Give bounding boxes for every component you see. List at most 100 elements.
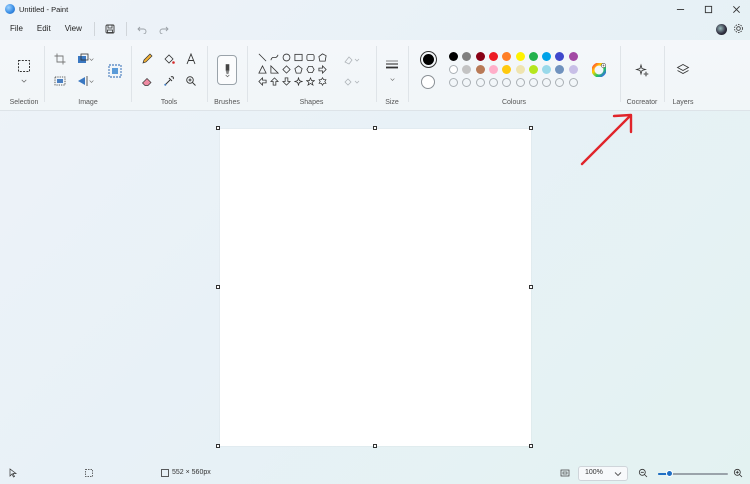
shape-five-point-star[interactable]: [305, 76, 316, 87]
shape-line[interactable]: [257, 52, 268, 63]
shape-pentagon[interactable]: [293, 64, 304, 75]
shape-polygon[interactable]: [317, 52, 328, 63]
palette-colour-swatch[interactable]: [515, 52, 525, 61]
shape-curve[interactable]: [269, 52, 280, 63]
undo-button[interactable]: [133, 20, 151, 38]
primary-color-swatch[interactable]: [420, 51, 437, 68]
close-button[interactable]: [722, 0, 750, 18]
zoom-slider-thumb[interactable]: [666, 470, 674, 477]
palette-colour-swatch[interactable]: [528, 52, 538, 61]
zoom-slider[interactable]: [658, 470, 728, 477]
color-picker-button[interactable]: [160, 72, 178, 90]
canvas-resize-handle[interactable]: [529, 444, 533, 448]
menu-file[interactable]: File: [3, 20, 30, 38]
shape-rounded-rectangle[interactable]: [305, 52, 316, 63]
canvas-resize-handle[interactable]: [216, 126, 220, 130]
select-button[interactable]: [14, 56, 34, 76]
shape-up-arrow[interactable]: [269, 76, 280, 87]
canvas-resize-handle[interactable]: [373, 444, 377, 448]
shape-six-point-star[interactable]: [317, 76, 328, 87]
custom-colour-slot[interactable]: [475, 78, 485, 87]
brushes-button[interactable]: [217, 55, 237, 85]
rotate-dropdown[interactable]: [86, 72, 96, 90]
redo-button[interactable]: [155, 20, 173, 38]
custom-colour-slot[interactable]: [488, 78, 498, 87]
palette-colour-swatch[interactable]: [542, 65, 552, 74]
shape-right-arrow[interactable]: [317, 64, 328, 75]
canvas-resize-handle[interactable]: [216, 285, 220, 289]
magnifier-button[interactable]: [182, 72, 200, 90]
custom-colour-slot[interactable]: [528, 78, 538, 87]
canvas-resize-handle[interactable]: [373, 126, 377, 130]
palette-colour-swatch[interactable]: [568, 52, 578, 61]
shape-oval[interactable]: [281, 52, 292, 63]
palette-colour-swatch[interactable]: [475, 65, 485, 74]
palette-colour-swatch[interactable]: [555, 65, 565, 74]
image-select-button[interactable]: [104, 60, 126, 82]
zoom-select[interactable]: 100%: [578, 466, 628, 481]
cocreator-button[interactable]: [632, 60, 652, 80]
palette-colour-swatch[interactable]: [449, 52, 458, 61]
size-button[interactable]: [383, 57, 401, 71]
palette-colour-swatch[interactable]: [568, 65, 578, 74]
pencil-button[interactable]: [138, 50, 156, 68]
custom-colour-slot[interactable]: [555, 78, 565, 87]
crop-button[interactable]: [51, 50, 69, 68]
shape-left-arrow[interactable]: [257, 76, 268, 87]
custom-colour-slot[interactable]: [515, 78, 525, 87]
palette-colour-swatch[interactable]: [555, 52, 565, 61]
shape-hexagon[interactable]: [305, 64, 316, 75]
menu-edit[interactable]: Edit: [30, 20, 58, 38]
palette-colour-swatch[interactable]: [528, 65, 538, 74]
palette-colour-swatch[interactable]: [475, 52, 485, 61]
palette-colour-swatch[interactable]: [502, 65, 512, 74]
selection-dropdown[interactable]: [18, 76, 30, 86]
palette-colour-swatch[interactable]: [462, 65, 472, 74]
palette-colour-swatch[interactable]: [542, 52, 552, 61]
fill-button[interactable]: [160, 50, 178, 68]
maximize-button[interactable]: [694, 0, 722, 18]
outline-brush-icon: [344, 56, 360, 65]
account-avatar[interactable]: [716, 23, 727, 35]
shape-fill-button[interactable]: [341, 74, 363, 90]
canvas-resize-handle[interactable]: [216, 444, 220, 448]
palette-colour-swatch[interactable]: [449, 65, 458, 74]
background-remove-button[interactable]: [51, 72, 69, 90]
secondary-color-swatch[interactable]: [421, 75, 435, 89]
fit-to-window-button[interactable]: [560, 468, 570, 478]
shape-rectangle[interactable]: [293, 52, 304, 63]
custom-colour-slot[interactable]: [462, 78, 472, 87]
settings-button[interactable]: [733, 23, 744, 36]
custom-colour-slot[interactable]: [568, 78, 578, 87]
palette-colour-swatch[interactable]: [488, 52, 498, 61]
custom-colour-slot[interactable]: [502, 78, 512, 87]
text-button[interactable]: [182, 50, 200, 68]
size-dropdown[interactable]: [387, 74, 397, 84]
pencil-icon: [142, 53, 153, 64]
minimize-button[interactable]: [666, 0, 694, 18]
resize-dropdown[interactable]: [86, 50, 96, 68]
shape-down-arrow[interactable]: [281, 76, 292, 87]
palette-colour-swatch[interactable]: [502, 52, 512, 61]
shape-four-point-star[interactable]: [293, 76, 304, 87]
shape-outline-button[interactable]: [341, 52, 363, 68]
shape-diamond[interactable]: [281, 64, 292, 75]
layers-button[interactable]: [673, 60, 693, 80]
zoom-out-button[interactable]: [638, 468, 648, 478]
edit-colours-button[interactable]: [590, 61, 608, 79]
canvas-resize-handle[interactable]: [529, 126, 533, 130]
palette-colour-swatch[interactable]: [515, 65, 525, 74]
shape-right-triangle[interactable]: [269, 64, 280, 75]
eraser-button[interactable]: [138, 72, 156, 90]
group-divider: [207, 46, 208, 102]
zoom-in-button[interactable]: [733, 468, 743, 478]
custom-colour-slot[interactable]: [542, 78, 552, 87]
drawing-canvas[interactable]: [220, 129, 531, 446]
shape-triangle[interactable]: [257, 64, 268, 75]
palette-colour-swatch[interactable]: [488, 65, 498, 74]
palette-colour-swatch[interactable]: [462, 52, 472, 61]
canvas-resize-handle[interactable]: [529, 285, 533, 289]
menu-view[interactable]: View: [58, 20, 89, 38]
custom-colour-slot[interactable]: [449, 78, 458, 87]
save-button[interactable]: [101, 20, 119, 38]
